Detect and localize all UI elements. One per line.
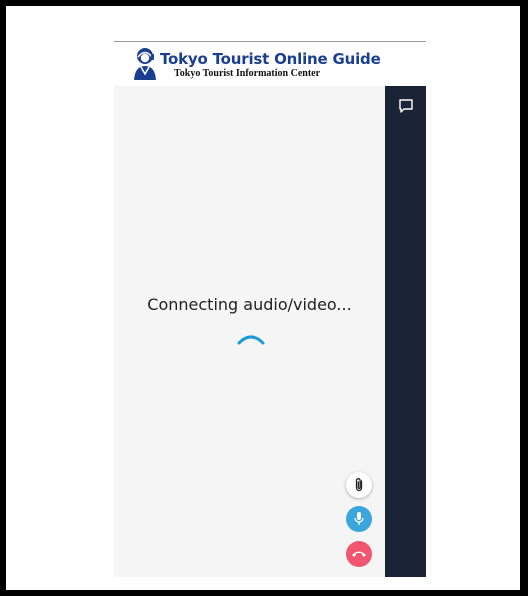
site-title: Tokyo Tourist Online Guide	[160, 50, 381, 68]
chat-side-panel	[385, 86, 426, 577]
browser-viewport: Tokyo Tourist Online Guide Tokyo Tourist…	[6, 6, 520, 590]
microphone-icon	[354, 512, 364, 525]
header-divider	[114, 41, 426, 42]
site-header[interactable]: Tokyo Tourist Online Guide Tokyo Tourist…	[132, 46, 392, 86]
chat-bubble-icon[interactable]	[398, 98, 414, 114]
attach-file-button[interactable]	[346, 472, 372, 498]
end-call-button[interactable]	[346, 541, 372, 567]
video-call-area: Connecting audio/video...	[114, 86, 385, 577]
microphone-button[interactable]	[346, 506, 372, 532]
site-subtitle: Tokyo Tourist Information Center	[174, 68, 321, 79]
phone-hangup-icon	[352, 551, 366, 557]
connection-status: Connecting audio/video...	[147, 295, 352, 314]
guide-headset-logo	[134, 48, 156, 80]
loading-spinner-icon	[237, 335, 265, 345]
paperclip-icon	[355, 478, 363, 492]
